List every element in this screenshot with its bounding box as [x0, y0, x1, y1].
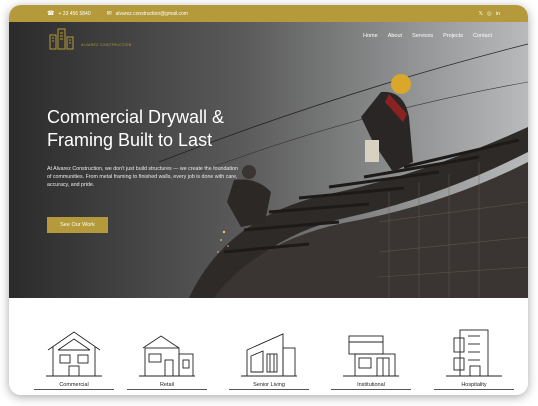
x-icon[interactable]: 𝕏	[478, 11, 482, 17]
phone-icon: ☎	[47, 10, 55, 17]
category-institutional[interactable]: Institutional	[331, 328, 411, 390]
phone-number: + 33 456 5840	[58, 10, 91, 17]
email-address: alvarez.construction@gmail.com	[115, 10, 188, 17]
commercial-building-icon	[46, 331, 102, 377]
nav-about[interactable]: About	[388, 33, 402, 39]
hospitality-building-icon	[446, 329, 502, 377]
category-commercial[interactable]: Commercial	[34, 328, 114, 390]
nav-services[interactable]: Services	[412, 33, 433, 39]
service-categories: Commercial Retail Senior Living Institut…	[9, 298, 528, 395]
nav-home[interactable]: Home	[363, 33, 378, 39]
see-our-work-button[interactable]: See Our Work	[47, 217, 108, 233]
brand-logo[interactable]: ALVAREZ CONSTRUCTION	[46, 27, 132, 51]
category-label: Commercial	[34, 382, 114, 390]
hero-description: At Alvarez Construction, we don't just b…	[47, 166, 238, 188]
category-label: Hospitality	[434, 382, 514, 390]
linkedin-icon[interactable]: in	[496, 11, 500, 17]
nav-contact[interactable]: Contact	[473, 33, 492, 39]
instagram-icon[interactable]: ◎	[487, 11, 492, 17]
category-retail[interactable]: Retail	[127, 328, 207, 390]
mail-icon: ✉	[106, 10, 112, 17]
category-label: Senior Living	[229, 382, 309, 390]
hero-photo	[9, 22, 528, 298]
email-contact[interactable]: ✉ alvarez.construction@gmail.com	[107, 11, 188, 17]
social-links: 𝕏 ◎ in	[478, 11, 500, 17]
category-label: Retail	[127, 382, 207, 390]
building-logo-icon	[49, 28, 74, 50]
retail-building-icon	[139, 335, 195, 377]
phone-contact[interactable]: ☎ + 33 456 5840	[47, 11, 91, 17]
hero-headline-line1: Commercial Drywall &	[47, 107, 225, 127]
category-hospitality[interactable]: Hospitality	[434, 328, 514, 390]
logo-text: ALVAREZ CONSTRUCTION	[81, 43, 132, 47]
senior-living-building-icon	[241, 333, 297, 377]
top-info-bar: ☎ + 33 456 5840 ✉ alvarez.construction@g…	[9, 5, 528, 22]
hero-headline: Commercial Drywall & Framing Built to La…	[47, 106, 287, 152]
hero-section: ALVAREZ CONSTRUCTION Home About Services…	[9, 22, 528, 298]
hero-headline-line2: Framing Built to Last	[47, 130, 213, 150]
nav-projects[interactable]: Projects	[443, 33, 463, 39]
browser-frame: ☎ + 33 456 5840 ✉ alvarez.construction@g…	[9, 5, 528, 395]
institutional-building-icon	[343, 335, 399, 377]
category-label: Institutional	[331, 382, 411, 390]
main-nav: Home About Services Projects Contact	[363, 33, 492, 39]
category-senior-living[interactable]: Senior Living	[229, 328, 309, 390]
